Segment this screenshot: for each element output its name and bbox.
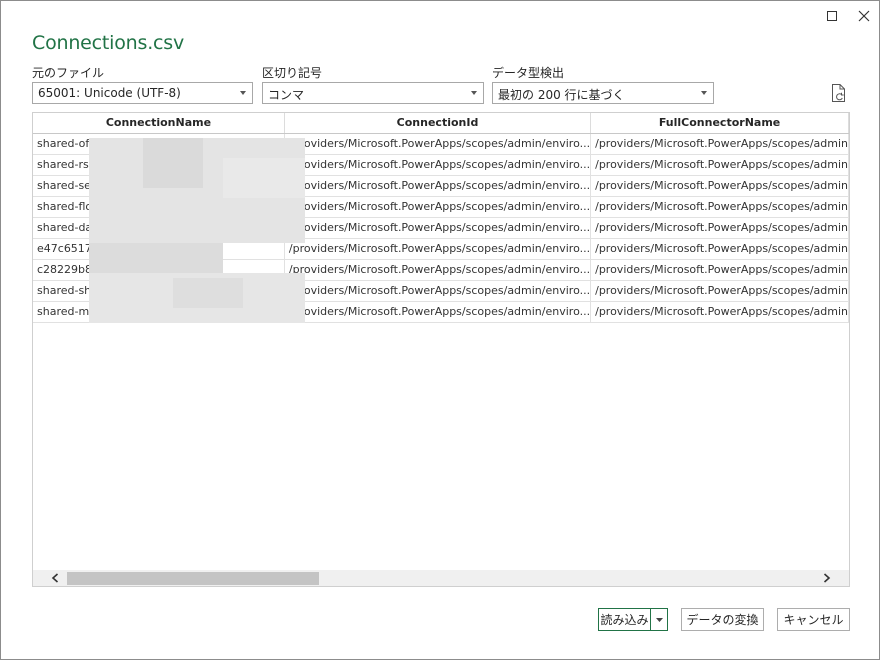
table-cell[interactable]: /providers/Microsoft.PowerApps/scopes/ad… [590, 154, 849, 176]
chevron-right-icon [823, 573, 831, 583]
table-cell[interactable]: /providers/Microsoft.PowerApps/scopes/ad… [590, 217, 849, 239]
table-cell[interactable]: /providers/Microsoft.PowerApps/scopes/ad… [284, 196, 592, 218]
scrollbar-thumb[interactable] [67, 572, 319, 585]
chevron-down-icon [240, 91, 246, 95]
table-cell[interactable]: /providers/Microsoft.PowerApps/scopes/ad… [590, 196, 849, 218]
file-origin-select[interactable]: 65001: Unicode (UTF-8) [32, 82, 253, 104]
table-cell[interactable]: /providers/Microsoft.PowerApps/scopes/ad… [590, 238, 849, 260]
table-cell[interactable]: /providers/Microsoft.PowerApps/scopes/ad… [284, 238, 592, 260]
chevron-left-icon [51, 573, 59, 583]
table-header-row: ConnectionName ConnectionId FullConnecto… [33, 113, 849, 134]
data-preview-grid[interactable]: ConnectionName ConnectionId FullConnecto… [32, 112, 850, 587]
scroll-left-button[interactable] [47, 571, 63, 585]
dialog-title: Connections.csv [32, 32, 185, 54]
table-cell[interactable]: /providers/Microsoft.PowerApps/scopes/ad… [284, 133, 592, 155]
import-dialog: Connections.csv 元のファイル 65001: Unicode (U… [0, 0, 880, 660]
delimiter-label: 区切り記号 [262, 66, 323, 80]
maximize-icon [827, 11, 837, 21]
chevron-down-icon [701, 91, 707, 95]
column-header: FullConnectorName [590, 113, 849, 134]
data-type-detection-select[interactable]: 最初の 200 行に基づく [492, 82, 714, 104]
chevron-down-icon [471, 91, 477, 95]
table-cell[interactable]: /providers/Microsoft.PowerApps/scopes/ad… [284, 259, 592, 281]
table-cell[interactable]: /providers/Microsoft.PowerApps/scopes/ad… [284, 217, 592, 239]
chevron-down-icon [655, 617, 663, 622]
delimiter-value: コンマ [268, 88, 305, 102]
file-origin-label: 元のファイル [32, 66, 105, 80]
close-icon [858, 10, 870, 22]
table-cell[interactable]: /providers/Microsoft.PowerApps/scopes/ad… [590, 280, 849, 302]
table-cell[interactable]: /providers/Microsoft.PowerApps/scopes/ad… [590, 175, 849, 197]
data-type-detection-label: データ型検出 [492, 66, 565, 80]
table-cell[interactable]: /providers/Microsoft.PowerApps/scopes/ad… [284, 301, 592, 323]
table-cell[interactable]: /providers/Microsoft.PowerApps/scopes/ad… [284, 154, 592, 176]
refresh-document-icon [832, 84, 845, 102]
horizontal-scrollbar[interactable] [33, 570, 849, 586]
scroll-right-button[interactable] [819, 571, 835, 585]
cancel-button[interactable]: キャンセル [777, 608, 850, 631]
refresh-preview-button[interactable] [830, 83, 848, 103]
load-split-button[interactable]: 読み込み [598, 608, 668, 631]
table-cell[interactable]: /providers/Microsoft.PowerApps/scopes/ad… [590, 133, 849, 155]
load-dropdown-button[interactable] [651, 609, 667, 630]
maximize-button[interactable] [821, 5, 843, 27]
table-cell[interactable]: /providers/Microsoft.PowerApps/scopes/ad… [590, 259, 849, 281]
table-cell[interactable]: /providers/Microsoft.PowerApps/scopes/ad… [284, 175, 592, 197]
load-button[interactable]: 読み込み [599, 609, 651, 630]
delimiter-select[interactable]: コンマ [262, 82, 484, 104]
column-header: ConnectionName [33, 113, 285, 134]
close-button[interactable] [853, 5, 875, 27]
transform-data-button[interactable]: データの変換 [681, 608, 764, 631]
data-type-detection-value: 最初の 200 行に基づく [498, 88, 625, 102]
column-header: ConnectionId [284, 113, 592, 134]
table-cell[interactable]: /providers/Microsoft.PowerApps/scopes/ad… [590, 301, 849, 323]
file-origin-value: 65001: Unicode (UTF-8) [38, 86, 181, 100]
table-cell[interactable]: /providers/Microsoft.PowerApps/scopes/ad… [284, 280, 592, 302]
